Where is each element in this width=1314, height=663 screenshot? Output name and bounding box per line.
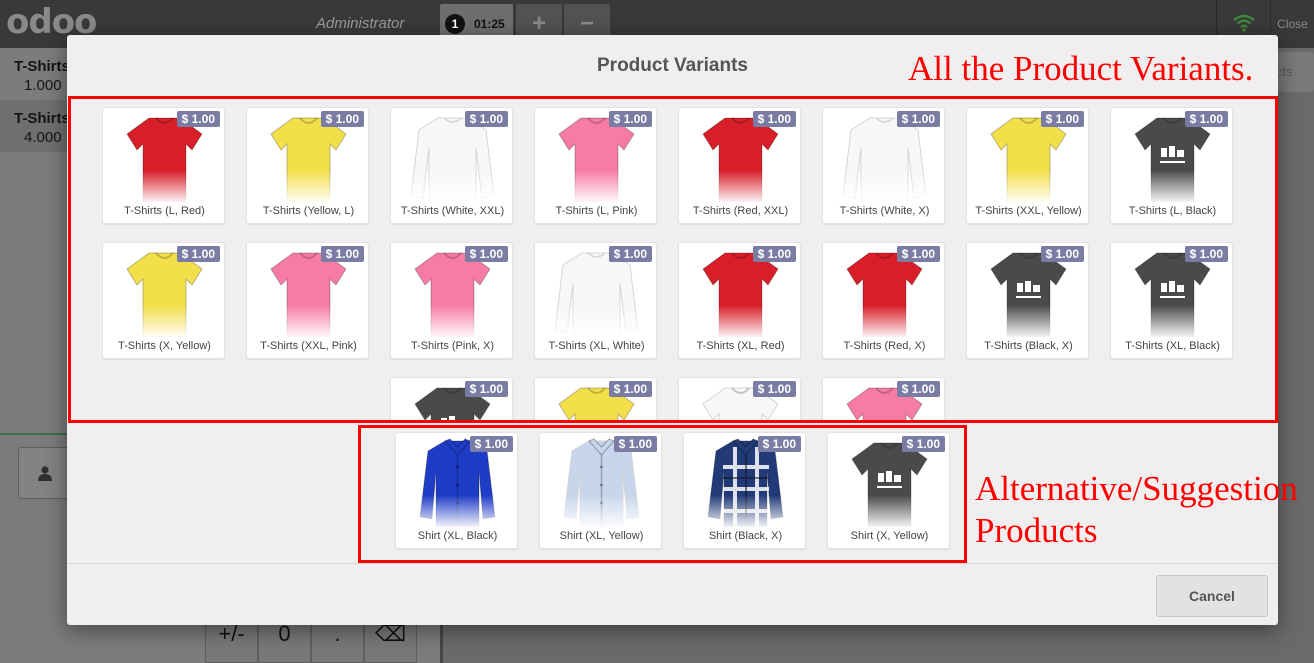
user-icon <box>38 466 52 481</box>
order-number-badge: 1 <box>445 14 465 34</box>
alternatives-annotation: Alternative/Suggestion Products <box>975 468 1298 552</box>
cancel-button[interactable]: Cancel <box>1156 575 1268 617</box>
footer-divider <box>67 563 1278 564</box>
cashier-name[interactable]: Administrator <box>316 15 404 32</box>
variants-annotation: All the Product Variants. <box>908 49 1254 88</box>
variants-highlight-box <box>68 96 1278 423</box>
order-time: 01:25 <box>474 17 505 31</box>
alternatives-highlight-box <box>358 425 967 563</box>
customer-button[interactable] <box>18 447 70 499</box>
alternatives-annotation-line-2: Products <box>975 511 1098 550</box>
alternatives-annotation-line-1: Alternative/Suggestion <box>975 469 1298 508</box>
